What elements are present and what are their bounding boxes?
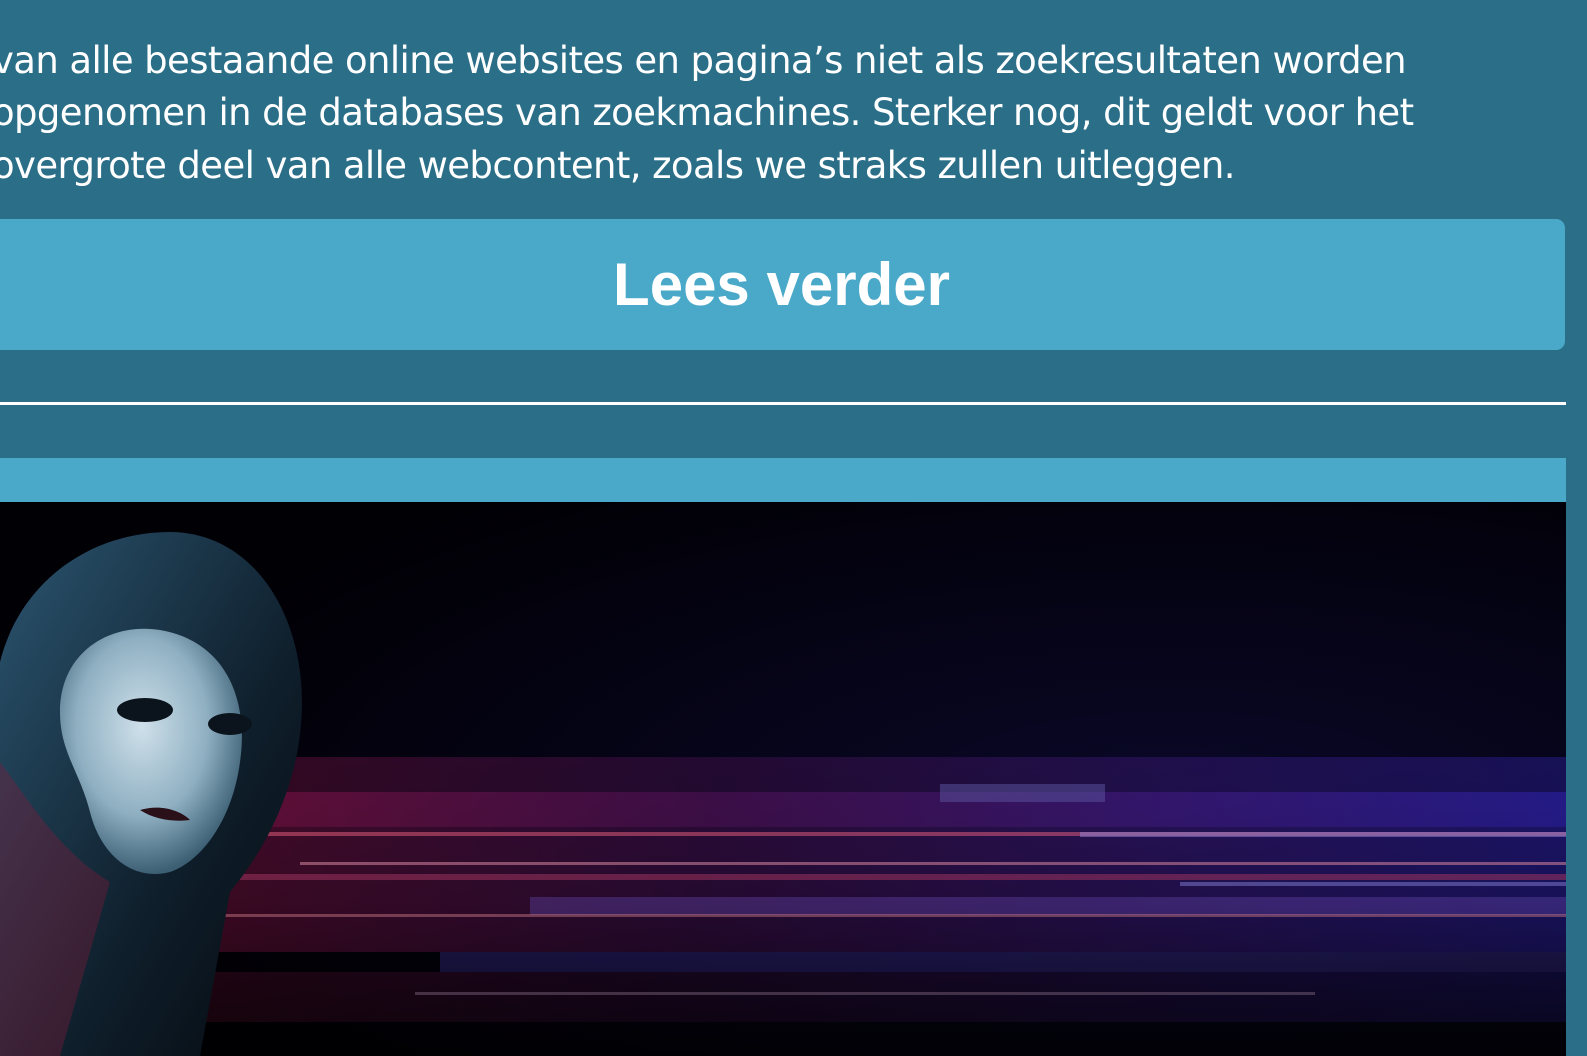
article-intro-text: van alle bestaande online websites en pa… [0,0,1552,192]
page-right-margin [1566,458,1587,1056]
article-text-line-1: van alle bestaande online websites en pa… [0,38,1407,82]
image-header-strip [0,458,1566,502]
hero-image [0,502,1566,1056]
hacker-illustration [0,502,1566,1056]
article-text-line-2: opgenomen in de databases van zoekmachin… [0,91,1414,134]
article-text-line-3: overgrote deel van alle webcontent, zoal… [0,143,1236,187]
section-divider [0,402,1566,405]
read-more-button[interactable]: Lees verder [0,219,1565,350]
article-text-line-0 [0,0,1552,35]
